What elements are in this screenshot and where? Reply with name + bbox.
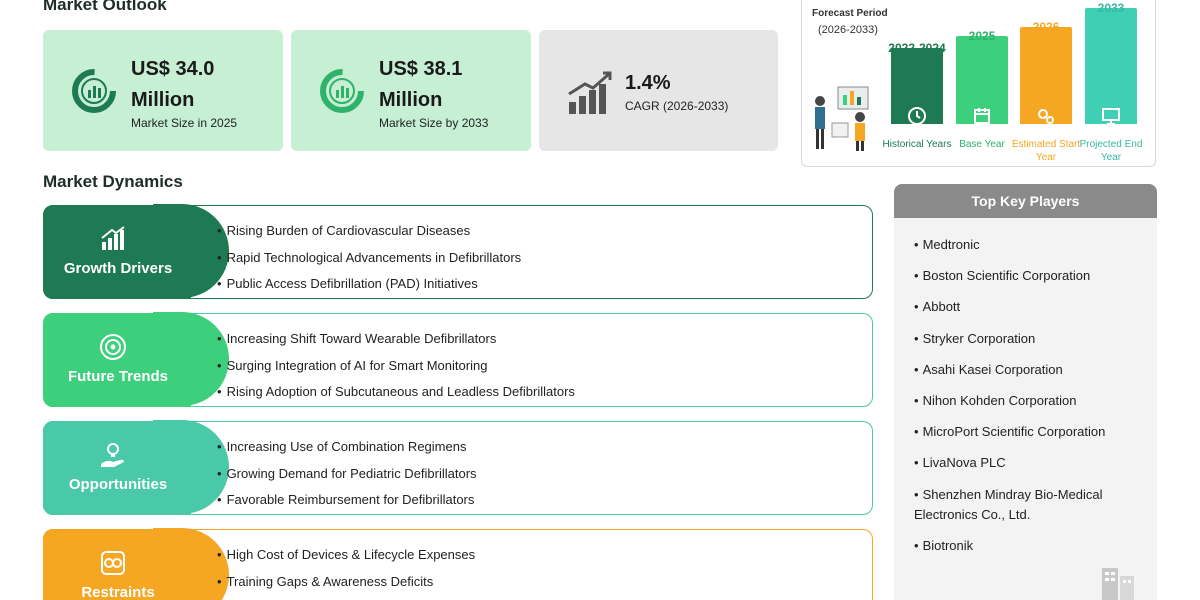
projection-monitor-icon [1102,108,1120,125]
forecast-caption-historical: Historical Years [882,139,952,150]
list-item: Nihon Kohden Corporation [914,391,1144,411]
forecast-period-panel: Forecast Period (2026-2033) 2022-2024 20… [801,0,1156,167]
restraint-chain-icon [101,551,125,575]
list-item: Asahi Kasei Corporation [914,360,1144,380]
market-size-2025-caption: Market Size in 2025 [131,116,238,130]
forecast-caption-base: Base Year [959,139,1005,150]
donut-chart-icon [320,69,364,113]
idea-hand-icon [101,443,124,467]
list-item: Rising Burden of Cardiovascular Diseases [217,223,521,250]
market-size-2025-card: US$ 34.0 Million Market Size in 2025 [43,30,283,151]
future-trends-row: Future Trends Increasing Shift Toward We… [43,312,873,407]
restraints-list: High Cost of Devices & Lifecycle Expense… [217,547,476,600]
list-item: Training Gaps & Awareness Deficits [217,574,475,600]
opportunities-list: Increasing Use of Combination Regimens G… [217,439,477,519]
growth-drivers-row: Growth Drivers Rising Burden of Cardiova… [43,204,873,299]
market-size-2025-value: US$ 34.0 Million [131,58,215,111]
list-item: High Cost of Devices & Lifecycle Expense… [217,547,476,574]
restraints-row: Restraints High Cost of Devices & Lifecy… [43,528,873,600]
list-item: Growing Demand for Pediatric Defibrillat… [217,466,477,493]
start-gears-icon [1038,109,1054,124]
list-item: Shenzhen Mindray Bio-Medical Electronics… [914,485,1144,525]
growth-drivers-list: Rising Burden of Cardiovascular Diseases… [217,223,522,303]
cagr-card: 1.4% CAGR (2026-2033) [539,30,778,151]
market-outlook-title: Market Outlook [43,0,167,14]
forecast-period-label: Forecast Period [812,8,888,19]
forecast-year-historical: 2022-2024 [888,41,946,55]
market-size-2033-value: US$ 38.1 Million [379,58,463,111]
list-item: Stryker Corporation [914,329,1144,349]
key-players-list: Medtronic Boston Scientific Corporation … [914,235,1144,567]
list-item: Increasing Shift Toward Wearable Defibri… [217,331,575,358]
buildings-icon [1102,568,1134,600]
restraints-label: Restraints [81,584,155,600]
future-trends-label: Future Trends [67,368,168,385]
top-key-players-panel: Top Key Players Medtronic Boston Scienti… [894,184,1157,600]
market-size-2033-card: US$ 38.1 Million Market Size by 2033 [291,30,531,151]
list-item: Biotronik [914,536,1144,556]
forecast-year-estimated: 2026 [1032,20,1060,34]
cagr-caption: CAGR (2026-2033) [625,99,729,113]
list-item: Increasing Use of Combination Regimens [217,439,477,466]
list-item: MicroPort Scientific Corporation [914,422,1144,442]
list-item: Abbott [914,297,1144,317]
list-item: Rising Adoption of Subcutaneous and Lead… [217,384,575,411]
list-item: Surging Integration of AI for Smart Moni… [217,358,575,385]
growth-chart-icon [101,226,125,250]
forecast-period-range: (2026-2033) [818,24,878,36]
target-icon [100,334,126,360]
forecast-caption-projected: Projected End Year [1079,139,1143,163]
donut-chart-icon [72,69,116,113]
future-trends-list: Increasing Shift Toward Wearable Defibri… [217,331,575,411]
list-item: Medtronic [914,235,1144,255]
opportunities-row: Opportunities Increasing Use of Combinat… [43,420,873,515]
analysts-illustration-icon [815,86,869,151]
forecast-caption-estimated: Estimated Start Year [1011,139,1081,163]
list-item: Favorable Reimbursement for Defibrillato… [217,492,477,519]
market-size-2033-caption: Market Size by 2033 [379,116,489,130]
growth-drivers-label: Growth Drivers [63,260,173,277]
list-item: LivaNova PLC [914,453,1144,473]
list-item: Rapid Technological Advancements in Defi… [217,250,522,277]
forecast-year-projected: 2033 [1097,1,1125,15]
growth-bars-icon [568,71,612,114]
list-item: Public Access Defibrillation (PAD) Initi… [217,276,521,303]
market-dynamics-title: Market Dynamics [43,172,183,191]
calendar-icon [974,108,990,124]
top-key-players-title: Top Key Players [894,184,1157,218]
list-item: Boston Scientific Corporation [914,266,1144,286]
history-clock-icon [908,107,926,125]
opportunities-label: Opportunities [68,476,168,493]
cagr-value: 1.4% [625,72,671,94]
